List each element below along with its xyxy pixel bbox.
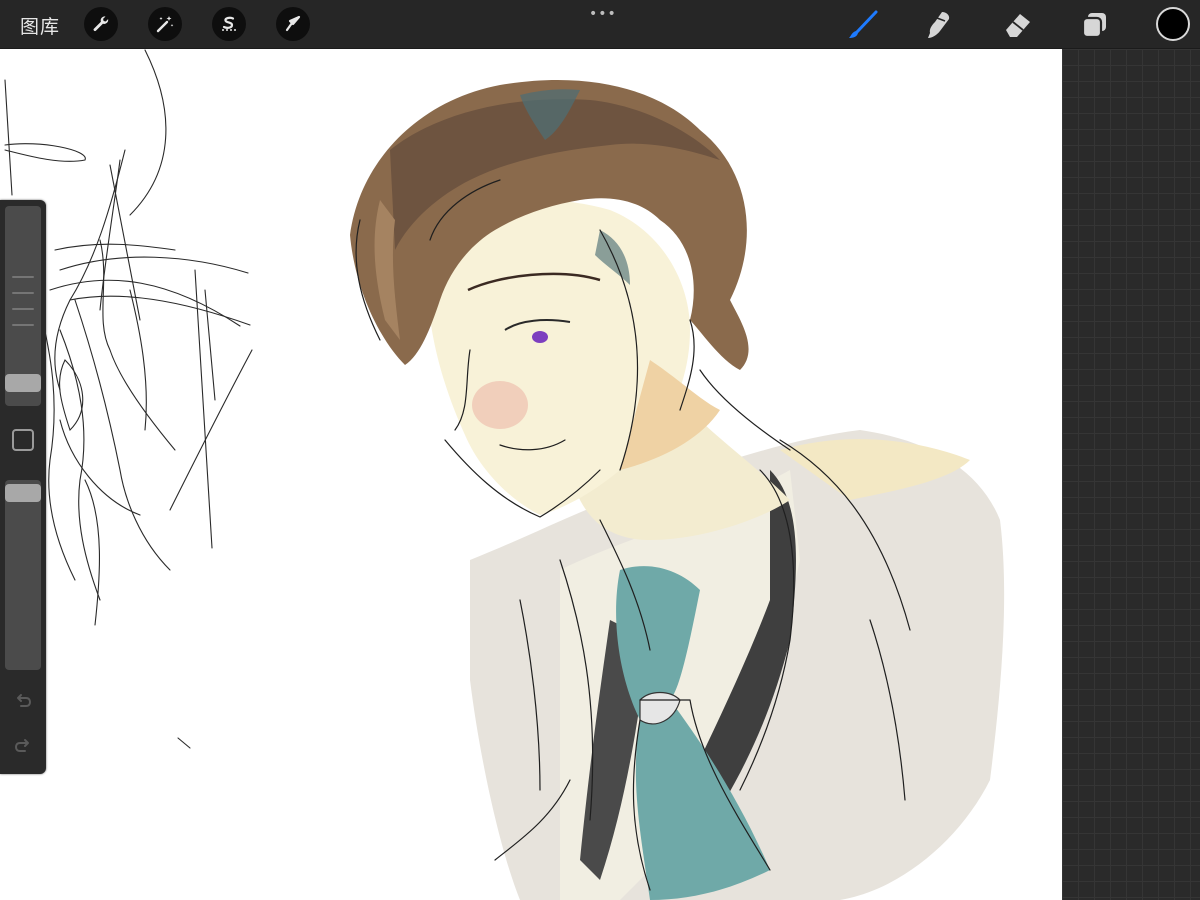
slider-tick	[12, 292, 34, 294]
drawing-canvas[interactable]	[0, 49, 1062, 900]
undo-button[interactable]	[12, 690, 34, 712]
smudge-icon	[928, 12, 950, 38]
canvas-background-grid	[1062, 49, 1200, 900]
color-picker-swatch[interactable]	[1156, 7, 1190, 41]
modify-button[interactable]	[12, 429, 34, 451]
transform-arrow-icon	[285, 15, 301, 32]
selection-button[interactable]	[212, 7, 246, 41]
transform-button[interactable]	[276, 7, 310, 41]
slider-tick	[12, 324, 34, 326]
layers-tool[interactable]	[1078, 8, 1112, 42]
left-sidebar	[0, 200, 46, 774]
eraser-tool[interactable]	[1000, 8, 1034, 42]
brush-opacity-slider[interactable]	[5, 480, 41, 670]
eraser-icon	[1006, 14, 1030, 37]
redo-icon	[14, 739, 29, 752]
slider-tick	[12, 276, 34, 278]
redo-button[interactable]	[12, 735, 34, 757]
smudge-tool[interactable]	[922, 8, 956, 42]
layers-icon	[1081, 13, 1106, 39]
brush-opacity-thumb[interactable]	[5, 484, 41, 502]
brush-size-slider[interactable]	[5, 206, 41, 406]
brush-icon	[849, 10, 878, 38]
magic-wand-icon	[156, 16, 174, 33]
top-toolbar: 图库 •••	[0, 0, 1200, 49]
wrench-icon	[93, 16, 109, 32]
undo-icon	[17, 694, 32, 707]
artwork-illustration	[4, 49, 1005, 900]
brush-size-thumb[interactable]	[5, 374, 41, 392]
gallery-button[interactable]: 图库	[20, 12, 60, 39]
actions-button[interactable]	[84, 7, 118, 41]
more-indicator[interactable]: •••	[589, 6, 617, 22]
brush-tool[interactable]	[846, 8, 880, 42]
slider-tick	[12, 308, 34, 310]
adjustments-button[interactable]	[148, 7, 182, 41]
selection-icon	[222, 16, 236, 31]
